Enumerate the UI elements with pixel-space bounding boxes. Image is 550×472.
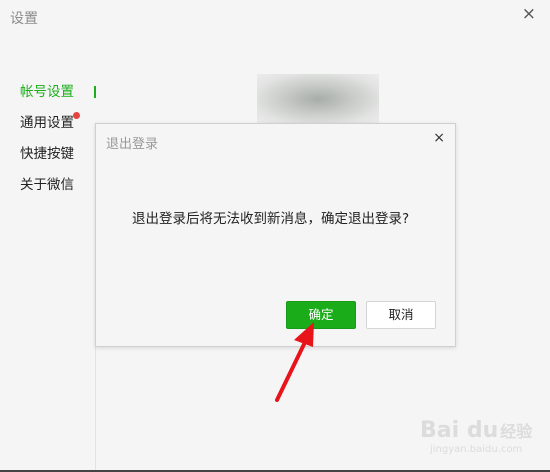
window-close-icon[interactable]: × <box>522 5 536 23</box>
sidebar-item-about[interactable]: 关于微信 <box>20 175 74 206</box>
sidebar-item-label: 关于微信 <box>20 177 74 193</box>
confirm-button[interactable]: 确定 <box>286 301 356 329</box>
sidebar-divider <box>95 345 96 472</box>
sidebar-item-general-settings[interactable]: 通用设置 <box>20 112 80 144</box>
dialog-close-icon[interactable]: × <box>433 130 445 146</box>
sidebar-item-shortcuts[interactable]: 快捷按键 <box>20 144 74 175</box>
logout-dialog: 退出登录 × 退出登录后将无法收到新消息，确定退出登录? 确定 取消 <box>95 123 456 347</box>
sidebar-item-label: 帐号设置 <box>20 84 74 100</box>
avatar <box>257 74 379 124</box>
baidu-watermark: Bai du 经验 jingyan.baidu.com <box>420 418 533 455</box>
active-indicator <box>94 86 96 98</box>
sidebar: 帐号设置 通用设置 快捷按键 关于微信 <box>20 82 96 206</box>
dialog-message: 退出登录后将无法收到新消息，确定退出登录? <box>132 211 410 227</box>
cancel-button[interactable]: 取消 <box>366 301 436 329</box>
watermark-logo: Bai du <box>420 418 499 443</box>
notification-dot <box>73 112 80 119</box>
settings-window: 设置 × 帐号设置 通用设置 快捷按键 关于微信 退出登录 × 退出登录后将无法… <box>0 0 550 472</box>
sidebar-item-label: 快捷按键 <box>20 146 74 162</box>
sidebar-item-account-settings[interactable]: 帐号设置 <box>20 82 96 113</box>
dialog-title: 退出登录 <box>106 137 159 152</box>
watermark-text: 经验 <box>500 422 533 441</box>
sidebar-item-label: 通用设置 <box>20 115 74 131</box>
window-title: 设置 <box>10 11 38 27</box>
watermark-url: jingyan.baidu.com <box>430 444 523 455</box>
